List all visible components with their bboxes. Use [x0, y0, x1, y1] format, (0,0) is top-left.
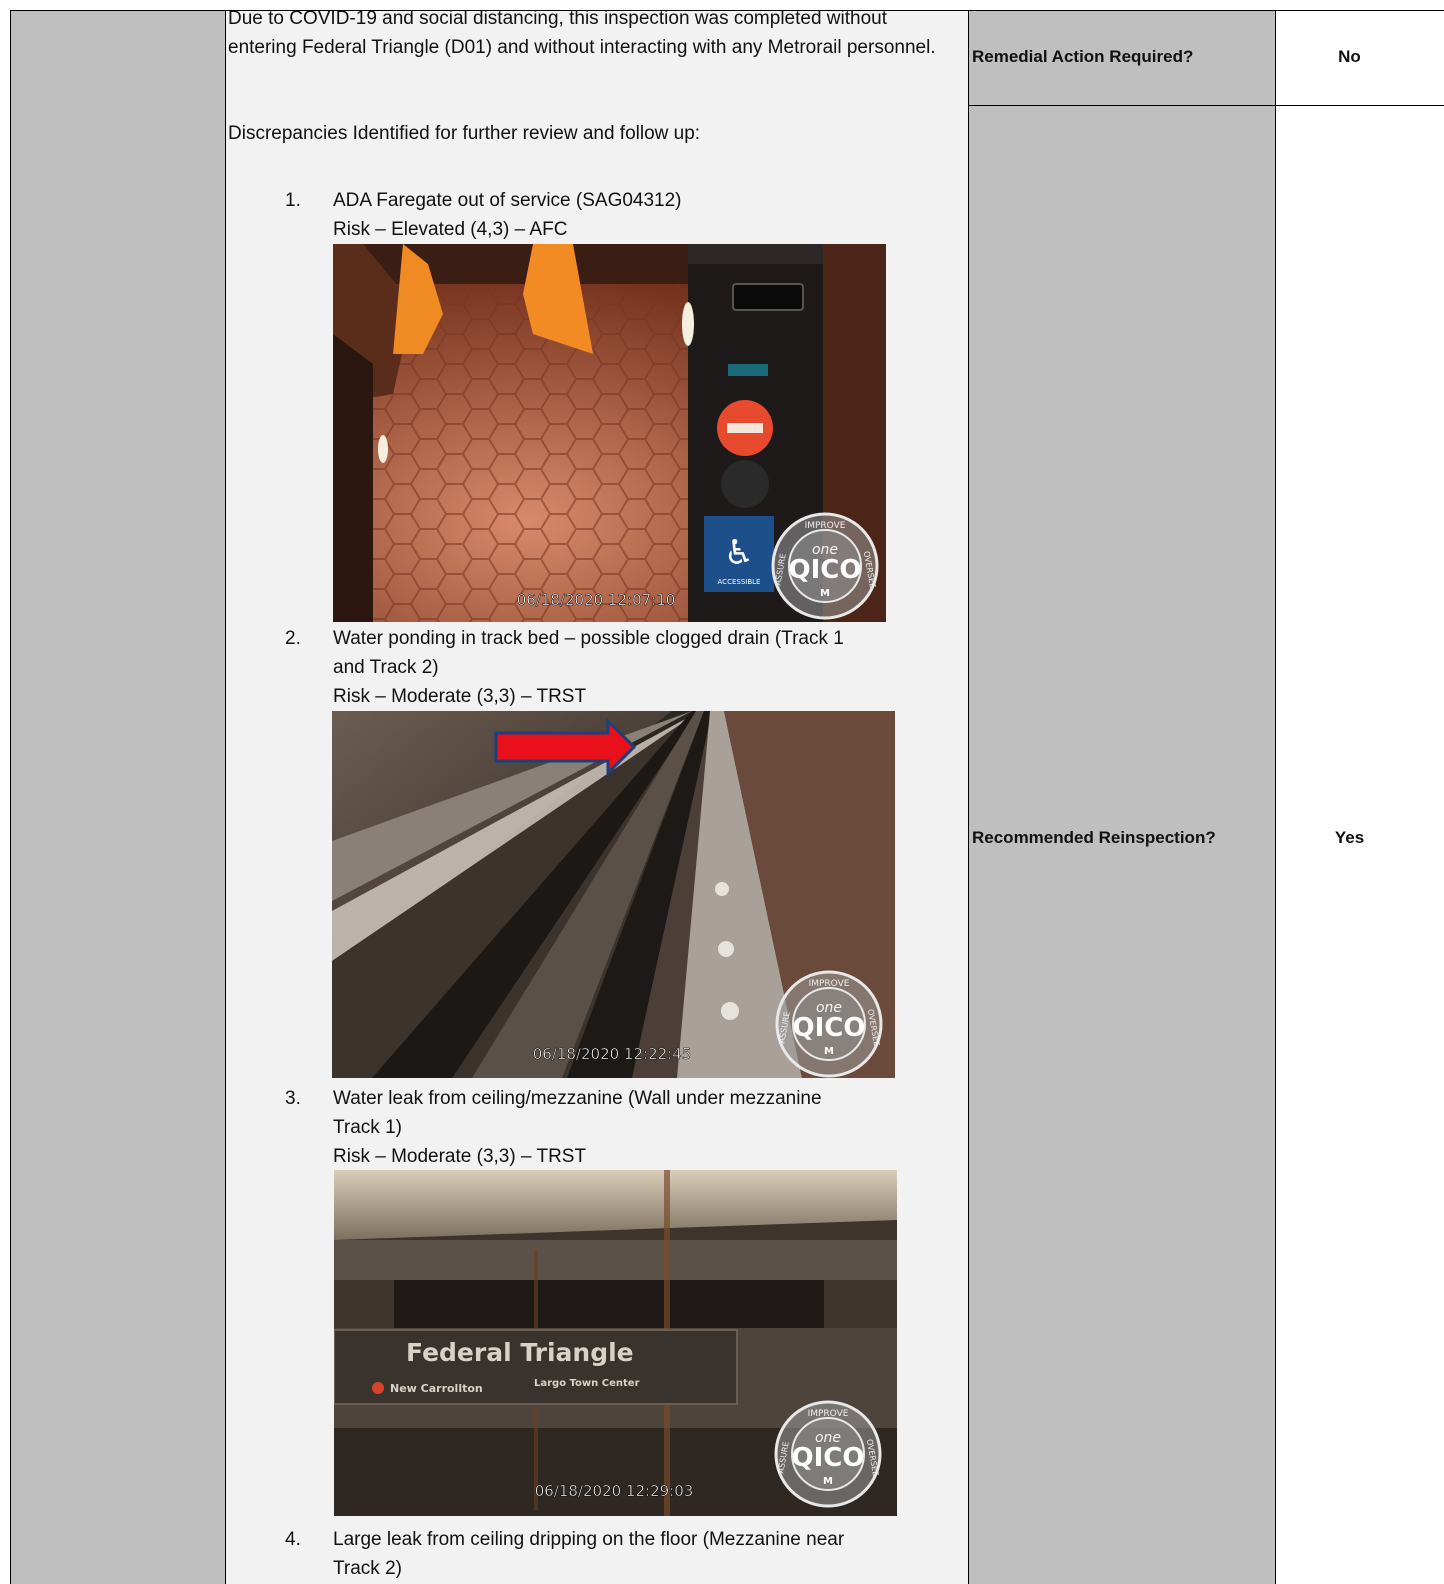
item-risk: Risk – Elevated (4,3) – AFC	[333, 219, 568, 240]
qico-watermark: IMPROVE ASSURE OVERSEE one QICO M	[771, 512, 879, 620]
photo-timestamp: 06/18/2020 12:22:45	[533, 1045, 692, 1063]
column-values	[1276, 11, 1444, 1584]
svg-text:M: M	[824, 1046, 834, 1057]
photo-timestamp: 06/18/2020 12:29:03	[535, 1482, 694, 1500]
item-title: ADA Faregate out of service (SAG04312)	[333, 190, 682, 211]
item-title-cont: Track 1)	[333, 1117, 402, 1138]
svg-text:M: M	[820, 588, 830, 599]
svg-text:QICO: QICO	[789, 555, 862, 585]
item-title: Water ponding in track bed – possible cl…	[333, 628, 844, 649]
station-sign-title: Federal Triangle	[406, 1338, 634, 1367]
row-divider	[969, 105, 1444, 106]
discrepancies-heading: Discrepancies Identified for further rev…	[228, 123, 701, 144]
accessible-sign-text: ACCESSIBLE	[718, 578, 761, 586]
reinspection-label: Recommended Reinspection?	[972, 828, 1216, 847]
item-number: 2.	[285, 628, 301, 649]
station-sign-left: New Carrollton	[390, 1382, 483, 1395]
station-sign-right: Largo Town Center	[534, 1378, 640, 1389]
svg-text:M: M	[823, 1476, 833, 1487]
svg-text:QICO: QICO	[793, 1013, 866, 1043]
intro-paragraph: Due to COVID-19 and social distancing, t…	[228, 8, 936, 58]
faregate-photo: ♿ ACCESSIBLE IMPROVE ASSURE OVERSEE one …	[333, 244, 886, 622]
svg-text:IMPROVE: IMPROVE	[805, 521, 846, 531]
item-number: 4.	[285, 1529, 301, 1550]
item-risk: Risk – Moderate (3,3) – TRST	[333, 686, 587, 707]
mezzanine-leak-photo: Federal Triangle New Carrollton Largo To…	[334, 1170, 897, 1516]
track-bed-photo: IMPROVE ASSURE OVERSEE one QICO M 06/18/…	[332, 711, 895, 1078]
column-left-blank	[11, 11, 226, 1584]
item-title: Large leak from ceiling dripping on the …	[333, 1529, 845, 1550]
item-number: 1.	[285, 190, 301, 211]
reinspection-value: Yes	[1334, 828, 1365, 847]
svg-text:QICO: QICO	[792, 1443, 865, 1473]
qico-watermark: IMPROVE ASSURE OVERSEE one QICO M	[775, 970, 883, 1078]
svg-text:IMPROVE: IMPROVE	[808, 1409, 849, 1419]
qico-watermark: IMPROVE ASSURE OVERSEE one QICO M	[774, 1400, 882, 1508]
remedial-action-label: Remedial Action Required?	[972, 47, 1194, 66]
item-title-cont: Track 2)	[333, 1558, 402, 1579]
remedial-action-value: No	[1338, 47, 1361, 66]
accessibility-icon: ♿	[724, 533, 754, 573]
photo-timestamp: 06/18/2020 12:07:10	[517, 591, 676, 609]
column-labels	[969, 11, 1276, 1584]
item-number: 3.	[285, 1088, 301, 1109]
item-title-cont: and Track 2)	[333, 657, 439, 678]
item-risk: Risk – Moderate (3,3) – TRST	[333, 1146, 587, 1167]
item-title: Water leak from ceiling/mezzanine (Wall …	[333, 1088, 822, 1109]
svg-text:IMPROVE: IMPROVE	[809, 979, 850, 989]
